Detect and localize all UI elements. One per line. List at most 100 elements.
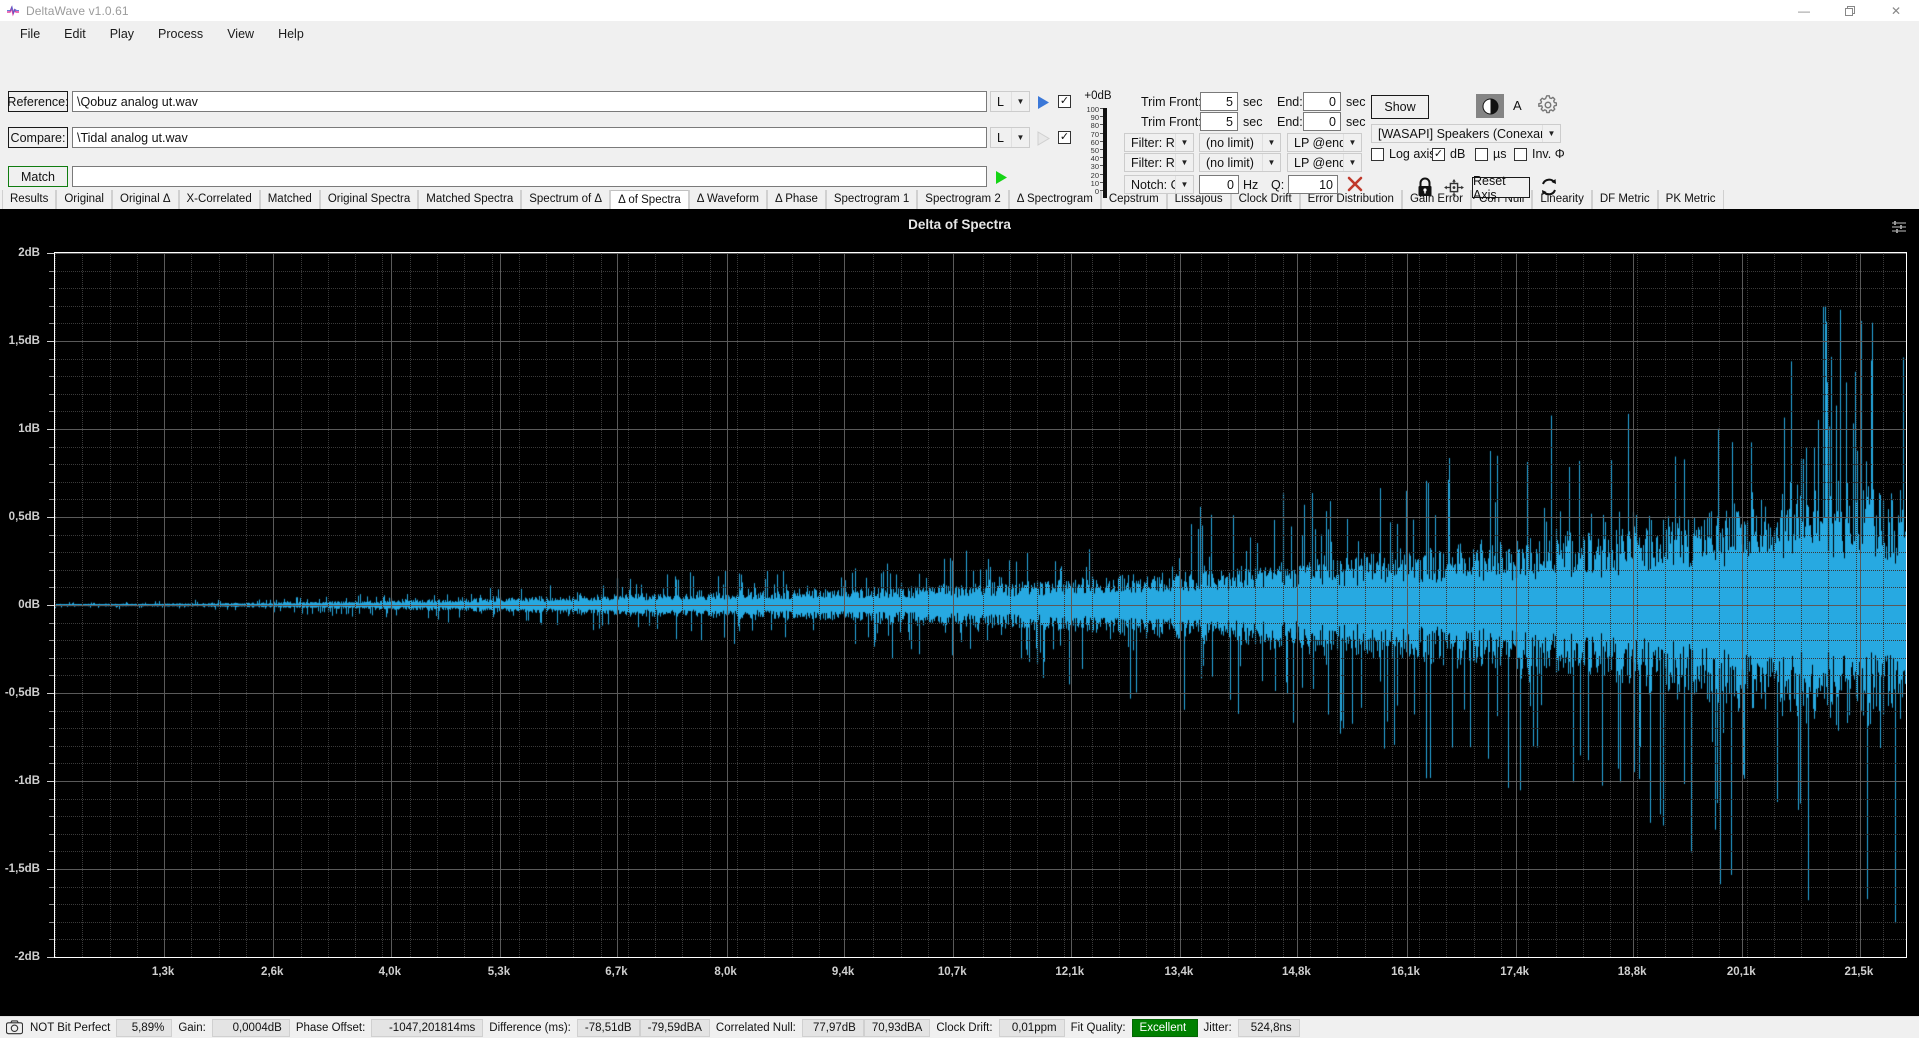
inv-phase-box[interactable] — [1514, 147, 1527, 161]
minimize-button[interactable]: — — [1781, 0, 1827, 22]
menu-file[interactable]: File — [8, 24, 52, 44]
camera-icon[interactable] — [4, 1019, 24, 1037]
notch-q-input[interactable]: 10 — [1288, 175, 1338, 194]
close-button[interactable]: ✕ — [1873, 0, 1919, 22]
lock-icon[interactable] — [1416, 177, 1434, 202]
y-axis-tick — [47, 957, 54, 958]
grid-line-v — [1297, 253, 1299, 957]
grid-line-v-minor — [1773, 253, 1775, 957]
lp-1-combo[interactable]: LP @end ▼ — [1287, 133, 1362, 152]
menu-bar: File Edit Play Process View Help — [0, 22, 1919, 46]
chart-panel: Delta of Spectra 2dB 1,5dB 1dB 0,5dB 0dB -0,5… — [0, 209, 1919, 1016]
grid-line-h — [55, 869, 1906, 870]
menu-edit[interactable]: Edit — [52, 24, 98, 44]
tab-of-spectra[interactable]: Δ of Spectra — [610, 190, 689, 209]
refresh-icon[interactable] — [1539, 177, 1559, 202]
grid-line-v-minor — [1882, 253, 1884, 957]
tab-spectrogram-1[interactable]: Spectrogram 1 — [825, 190, 918, 209]
grid-line-h — [55, 816, 1906, 818]
tab-df-metric[interactable]: DF Metric — [1591, 190, 1658, 209]
volume-label: +0dB — [1084, 90, 1112, 102]
menu-help[interactable]: Help — [266, 24, 316, 44]
tab-phase[interactable]: Δ Phase — [767, 190, 826, 209]
font-size-icon[interactable]: A — [1513, 98, 1522, 113]
grid-line-v — [1515, 253, 1517, 957]
tab-original-spectra[interactable]: Original Spectra — [319, 190, 419, 209]
tab-spectrum-of[interactable]: Spectrum of Δ — [521, 190, 611, 209]
compare-button[interactable]: Compare: — [8, 127, 68, 148]
log-axis-checkbox[interactable]: Log axis — [1371, 147, 1436, 161]
red-x-icon[interactable] — [1346, 175, 1364, 198]
us-box[interactable] — [1475, 147, 1488, 161]
match-button[interactable]: Match — [8, 166, 68, 187]
db-checkbox[interactable]: ✓ dB — [1432, 147, 1465, 161]
compare-channel-combo[interactable]: L ▼ — [990, 127, 1030, 148]
volume-slider[interactable]: +0dB 100 90 80 70 60 50 40 30 20 10 0 — [1075, 90, 1121, 242]
grid-line-v-minor — [1064, 253, 1066, 957]
grid-line-v-minor — [1037, 253, 1039, 957]
log-axis-box[interactable] — [1371, 147, 1384, 161]
tab-original[interactable]: Original Δ — [112, 190, 179, 209]
tab-results[interactable]: Results — [2, 190, 57, 209]
grid-line-v-minor — [600, 253, 602, 957]
correlated-null-value-dba: 70,93dBA — [863, 1018, 931, 1037]
menu-play[interactable]: Play — [98, 24, 146, 44]
notch-hz-input[interactable]: 0 — [1199, 175, 1239, 194]
reset-axis-button[interactable]: Reset Axis — [1472, 174, 1530, 202]
grid-line-v-minor — [1746, 253, 1748, 957]
reference-button[interactable]: Reference: — [7, 91, 69, 112]
tab-matched-spectra[interactable]: Matched Spectra — [418, 190, 522, 209]
us-checkbox[interactable]: µs — [1475, 147, 1506, 161]
reference-path-input[interactable]: \Qobuz analog ut.wav — [72, 91, 987, 112]
compare-path-input[interactable]: \Tidal analog ut.wav — [72, 127, 987, 148]
tab-original[interactable]: Original — [56, 190, 112, 209]
grid-line-h — [55, 728, 1906, 730]
volume-track[interactable] — [1103, 108, 1107, 198]
trim-end-1-input[interactable]: 0 — [1303, 92, 1341, 111]
move-axis-icon[interactable] — [1443, 179, 1465, 202]
trim-front-1-input[interactable]: 5 — [1200, 92, 1238, 111]
compare-enable-checkbox[interactable]: ✓ — [1058, 131, 1071, 144]
grid-line-v-minor — [1091, 253, 1093, 957]
bit-perfect-label: NOT Bit Perfect — [30, 1021, 111, 1034]
reference-channel-combo[interactable]: L ▼ — [990, 91, 1030, 112]
trim-end-2-input[interactable]: 0 — [1303, 112, 1341, 131]
chevron-down-icon: ▼ — [1262, 154, 1280, 171]
contrast-icon[interactable] — [1476, 94, 1504, 118]
trim-front-2-input[interactable]: 5 — [1200, 112, 1238, 131]
filter-2-combo[interactable]: Filter: R+C ▼ — [1124, 153, 1194, 172]
y-axis-tick — [47, 253, 54, 254]
compare-channel-value: L — [997, 130, 1004, 145]
grid-line-v — [1070, 253, 1072, 957]
reference-play-button[interactable] — [1032, 91, 1054, 113]
menu-view[interactable]: View — [215, 24, 266, 44]
tab-matched[interactable]: Matched — [259, 190, 320, 209]
reference-enable-checkbox[interactable]: ✓ — [1058, 95, 1071, 108]
match-play-button[interactable] — [990, 166, 1012, 188]
y-axis-tick — [47, 341, 54, 342]
match-status-input[interactable] — [72, 166, 987, 187]
limit-1-combo[interactable]: (no limit) ▼ — [1199, 133, 1281, 152]
lp-2-combo[interactable]: LP @end ▼ — [1287, 153, 1362, 172]
menu-process[interactable]: Process — [146, 24, 215, 44]
tab-spectrogram-2[interactable]: Spectrogram 2 — [917, 190, 1009, 209]
audio-device-combo[interactable]: [WASAPI] Speakers (Conexant ISST Audio) … — [1371, 124, 1561, 143]
maximize-button[interactable] — [1827, 0, 1873, 22]
notch-combo[interactable]: Notch: Off ▼ — [1124, 175, 1194, 194]
grid-line-v-minor — [1500, 253, 1502, 957]
show-button[interactable]: Show — [1371, 95, 1429, 119]
filter-1-combo[interactable]: Filter: R+C ▼ — [1124, 133, 1194, 152]
title-bar: DeltaWave v1.0.61 — ✕ — [0, 0, 1919, 22]
inv-phase-checkbox[interactable]: Inv. Φ — [1514, 147, 1565, 161]
tab-waveform[interactable]: Δ Waveform — [688, 190, 767, 209]
tab-x-correlated[interactable]: X-Correlated — [178, 190, 260, 209]
grid-line-v-minor — [1337, 253, 1339, 957]
x-axis-label: 10,7k — [937, 966, 967, 978]
tab-pk-metric[interactable]: PK Metric — [1657, 190, 1724, 209]
plot-area[interactable] — [54, 252, 1907, 958]
chart-settings-icon[interactable] — [1891, 219, 1907, 240]
limit-2-combo[interactable]: (no limit) ▼ — [1199, 153, 1281, 172]
gear-icon[interactable] — [1537, 94, 1559, 121]
compare-play-button[interactable] — [1032, 127, 1054, 149]
db-box[interactable]: ✓ — [1432, 147, 1445, 161]
